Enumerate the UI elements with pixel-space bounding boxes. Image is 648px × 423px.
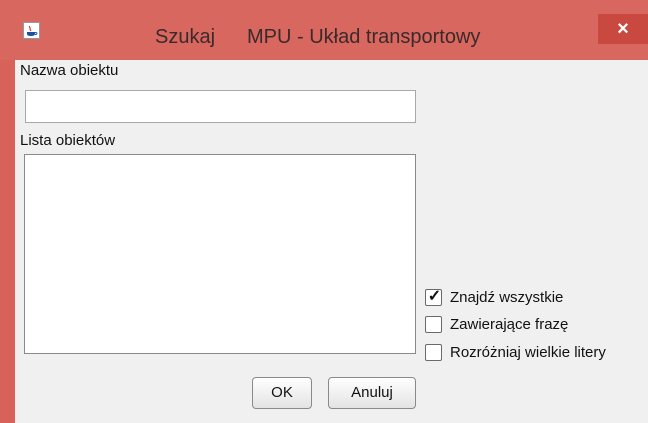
object-name-field[interactable] <box>25 90 416 123</box>
object-list-label: Lista obiektów <box>20 132 116 149</box>
window-title: MPU - Układ transportowy <box>247 26 481 48</box>
find-all-checkbox[interactable]: ✓ <box>425 287 442 306</box>
close-button[interactable]: × <box>598 14 648 44</box>
title-bar[interactable]: Szukaj MPU - Układ transportowy × <box>0 0 648 60</box>
find-all-label: Znajdź wszystkie <box>450 288 564 306</box>
object-list[interactable] <box>24 154 416 354</box>
ok-button[interactable]: OK <box>252 377 312 409</box>
cancel-button[interactable]: Anuluj <box>328 377 416 409</box>
case-sensitive-checkbox[interactable] <box>425 343 442 361</box>
option-find-all[interactable]: ✓ Znajdź wszystkie <box>425 286 563 308</box>
dialog-content: Nazwa obiektu Lista obiektów ✓ Znajdź ws… <box>15 60 648 423</box>
window-title-prefix: Szukaj <box>155 26 216 48</box>
contains-phrase-checkbox[interactable] <box>425 315 442 333</box>
option-case-sensitive[interactable]: Rozróżniaj wielkie litery <box>425 341 606 363</box>
contains-phrase-label: Zawierające frazę <box>450 315 569 333</box>
case-sensitive-label: Rozróżniaj wielkie litery <box>450 343 606 361</box>
object-name-label: Nazwa obiektu <box>20 62 119 79</box>
close-icon: × <box>617 18 629 40</box>
option-contains-phrase[interactable]: Zawierające frazę <box>425 313 568 335</box>
checkmark-icon: ✓ <box>427 287 442 305</box>
search-dialog: Szukaj MPU - Układ transportowy × Nazwa … <box>0 0 648 423</box>
java-icon <box>23 22 40 39</box>
